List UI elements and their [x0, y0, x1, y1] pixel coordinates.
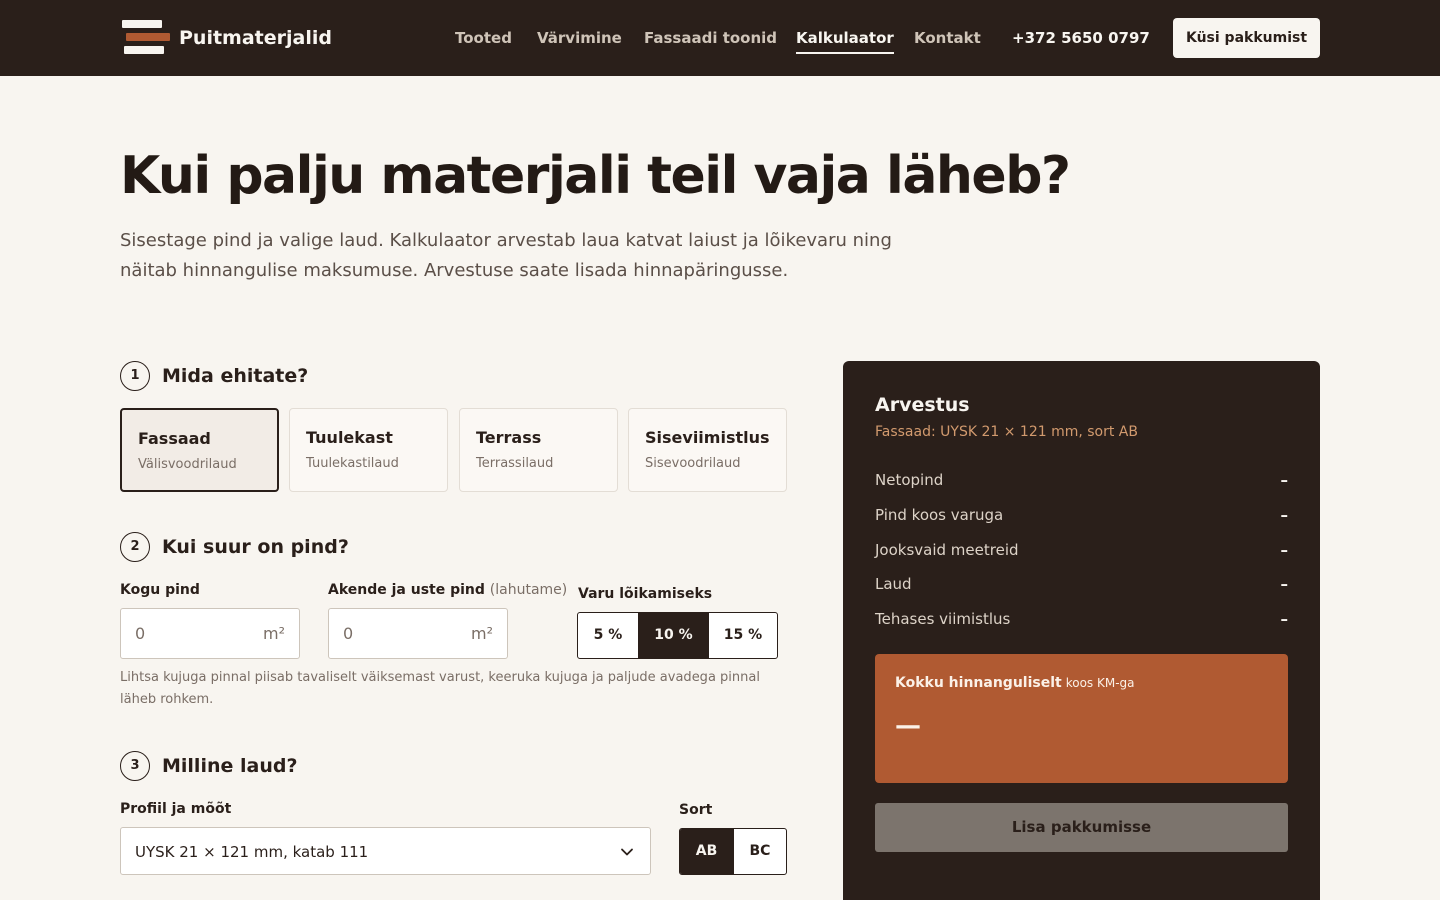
step-1-number: 1 [120, 361, 150, 391]
windows-area-label-text: Akende ja uste pind [328, 582, 485, 598]
total-estimate-label: Kokku hinnanguliselt koos KM-ga [895, 674, 1135, 692]
chevron-down-icon [621, 848, 633, 856]
option-tuulekast[interactable]: Tuulekast Tuulekastilaud [289, 408, 448, 492]
step-3-title: Milline laud? [162, 755, 298, 777]
nav-kalkulaator[interactable]: Kalkulaator [796, 28, 894, 54]
page-lead: Sisestage pind ja valige laud. Kalkulaat… [120, 230, 892, 281]
total-area-input[interactable]: 0 m² [120, 608, 300, 659]
windows-area-input[interactable]: 0 m² [328, 608, 508, 659]
windows-area-unit: m² [471, 624, 493, 643]
summary-row-label: Jooksvaid meetreid [875, 541, 1019, 559]
option-subtitle: Välisvoodrilaud [138, 457, 237, 472]
summary-subtitle: Fassaad: UYSK 21 × 121 mm, sort AB [875, 424, 1138, 440]
summary-title: Arvestus [875, 394, 970, 416]
profile-label: Profiil ja mõõt [120, 801, 232, 817]
brand-name[interactable]: Puitmaterjalid [179, 26, 332, 50]
waste-label: Varu lõikamiseks [578, 586, 713, 602]
nav-varvimine[interactable]: Värvimine [537, 28, 622, 48]
option-fassaad[interactable]: Fassaad Välisvoodrilaud [120, 408, 279, 492]
logo-bar-top [122, 20, 162, 28]
step-1-title: Mida ehitate? [162, 365, 309, 387]
summary-row-value: – [1280, 471, 1289, 489]
logo-bar-bottom [124, 46, 164, 54]
nav-kontakt[interactable]: Kontakt [914, 28, 981, 48]
option-title: Fassaad [138, 429, 211, 448]
summary-row-label: Pind koos varuga [875, 506, 1004, 524]
logo-icon[interactable] [122, 20, 170, 56]
waste-option-10[interactable]: 10 % [639, 613, 709, 658]
option-title: Tuulekast [306, 428, 393, 447]
total-estimate-box: Kokku hinnanguliselt koos KM-ga — [875, 654, 1288, 783]
phone-link[interactable]: +372 5650 0797 [1012, 28, 1150, 48]
total-area-value: 0 [135, 624, 146, 643]
step-2-title: Kui suur on pind? [162, 536, 349, 558]
summary-row-label: Laud [875, 575, 912, 593]
site-header: Puitmaterjalid Tooted Värvimine Fassaadi… [0, 0, 1440, 76]
option-subtitle: Sisevoodrilaud [645, 456, 741, 471]
grade-option-bc[interactable]: BC [734, 829, 786, 874]
summary-row-value: – [1280, 575, 1289, 593]
option-title: Siseviimistlus [645, 428, 770, 447]
logo-bar-middle [126, 33, 170, 41]
summary-row-label: Netopind [875, 471, 944, 489]
grade-selector: AB BC [679, 828, 787, 875]
windows-area-note: (lahutame) [489, 582, 568, 598]
summary-row-label: Tehases viimistlus [875, 610, 1011, 628]
option-subtitle: Terrassilaud [476, 456, 554, 471]
option-title: Terrass [476, 428, 542, 447]
profile-select[interactable]: UYSK 21 × 121 mm, katab 111 [120, 827, 651, 875]
windows-area-value: 0 [343, 624, 354, 643]
waste-option-15[interactable]: 15 % [709, 613, 777, 658]
windows-area-label: Akende ja uste pind (lahutame) [328, 581, 567, 599]
summary-panel: Arvestus Fassaad: UYSK 21 × 121 mm, sort… [843, 361, 1320, 900]
nav-fassaadi-toonid[interactable]: Fassaadi toonid [644, 28, 777, 48]
total-estimate-label-text: Kokku hinnanguliselt [895, 675, 1062, 691]
waste-help-text: Lihtsa kujuga pinnal piisab tavaliselt v… [120, 670, 760, 707]
summary-row-value: – [1280, 541, 1289, 559]
profile-select-value: UYSK 21 × 121 mm, katab 111 [135, 843, 369, 861]
grade-label: Sort [679, 802, 713, 818]
waste-option-5[interactable]: 5 % [578, 613, 639, 658]
page-title: Kui palju materjali teil vaja läheb? [120, 146, 1071, 206]
total-estimate-value: — [895, 711, 921, 741]
nav-tooted[interactable]: Tooted [455, 28, 512, 48]
option-terrass[interactable]: Terrass Terrassilaud [459, 408, 618, 492]
total-estimate-note: koos KM-ga [1065, 676, 1135, 690]
option-siseviimistlus[interactable]: Siseviimistlus Sisevoodrilaud [628, 408, 787, 492]
add-to-quote-button[interactable]: Lisa pakkumisse [875, 803, 1288, 852]
step-2-number: 2 [120, 532, 150, 562]
waste-selector: 5 % 10 % 15 % [577, 612, 778, 659]
step-3-number: 3 [120, 751, 150, 781]
grade-option-ab[interactable]: AB [680, 829, 734, 874]
summary-row-value: – [1280, 506, 1289, 524]
total-area-unit: m² [263, 624, 285, 643]
request-quote-button[interactable]: Küsi pakkumist [1173, 18, 1320, 58]
summary-row-value: – [1280, 610, 1289, 628]
total-area-label: Kogu pind [120, 582, 200, 598]
option-subtitle: Tuulekastilaud [306, 456, 399, 471]
